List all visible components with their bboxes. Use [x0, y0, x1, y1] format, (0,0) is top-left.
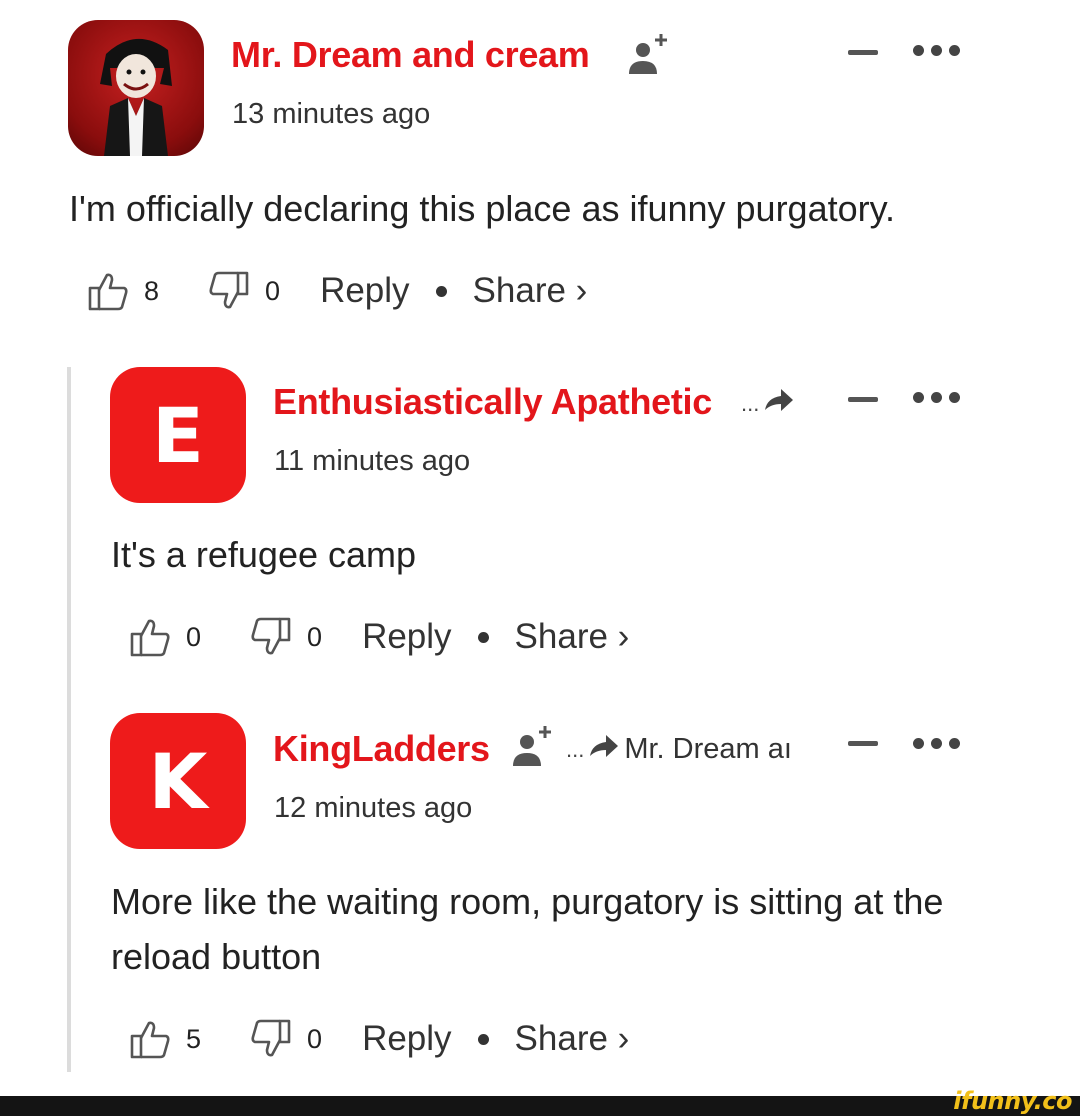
- comment-actions: 5 0 Reply Share ›: [128, 1014, 629, 1064]
- timestamp: 12 minutes ago: [274, 792, 473, 824]
- separator-dot: [477, 1033, 489, 1045]
- username[interactable]: KingLadders: [273, 728, 490, 770]
- reply-button[interactable]: Reply: [362, 1019, 451, 1059]
- reply-to-username[interactable]: Mr. Dream aı: [624, 733, 792, 766]
- ifunny-watermark: ifunny.co: [953, 1087, 1072, 1115]
- footer-bar: [0, 1096, 1080, 1116]
- share-button[interactable]: Share ›: [515, 1019, 630, 1059]
- minus-icon[interactable]: [848, 741, 878, 746]
- reply-to-ellipsis: ...: [566, 736, 585, 762]
- user-avatar[interactable]: K: [110, 713, 246, 849]
- reply-arrow-icon: [586, 730, 620, 769]
- like-icon[interactable]: [128, 1017, 172, 1061]
- like-count: 5: [186, 1023, 202, 1054]
- more-icon[interactable]: [913, 738, 960, 749]
- dislike-icon[interactable]: [249, 1017, 293, 1061]
- reply-to[interactable]: ... Mr. Dream aı: [566, 730, 792, 769]
- add-user-icon[interactable]: [511, 722, 559, 775]
- comment-text: More like the waiting room, purgatory is…: [111, 881, 944, 977]
- comment-3: K KingLadders ... Mr. Dream aı 12 minute…: [0, 0, 1080, 1090]
- dislike-count: 0: [307, 1023, 323, 1054]
